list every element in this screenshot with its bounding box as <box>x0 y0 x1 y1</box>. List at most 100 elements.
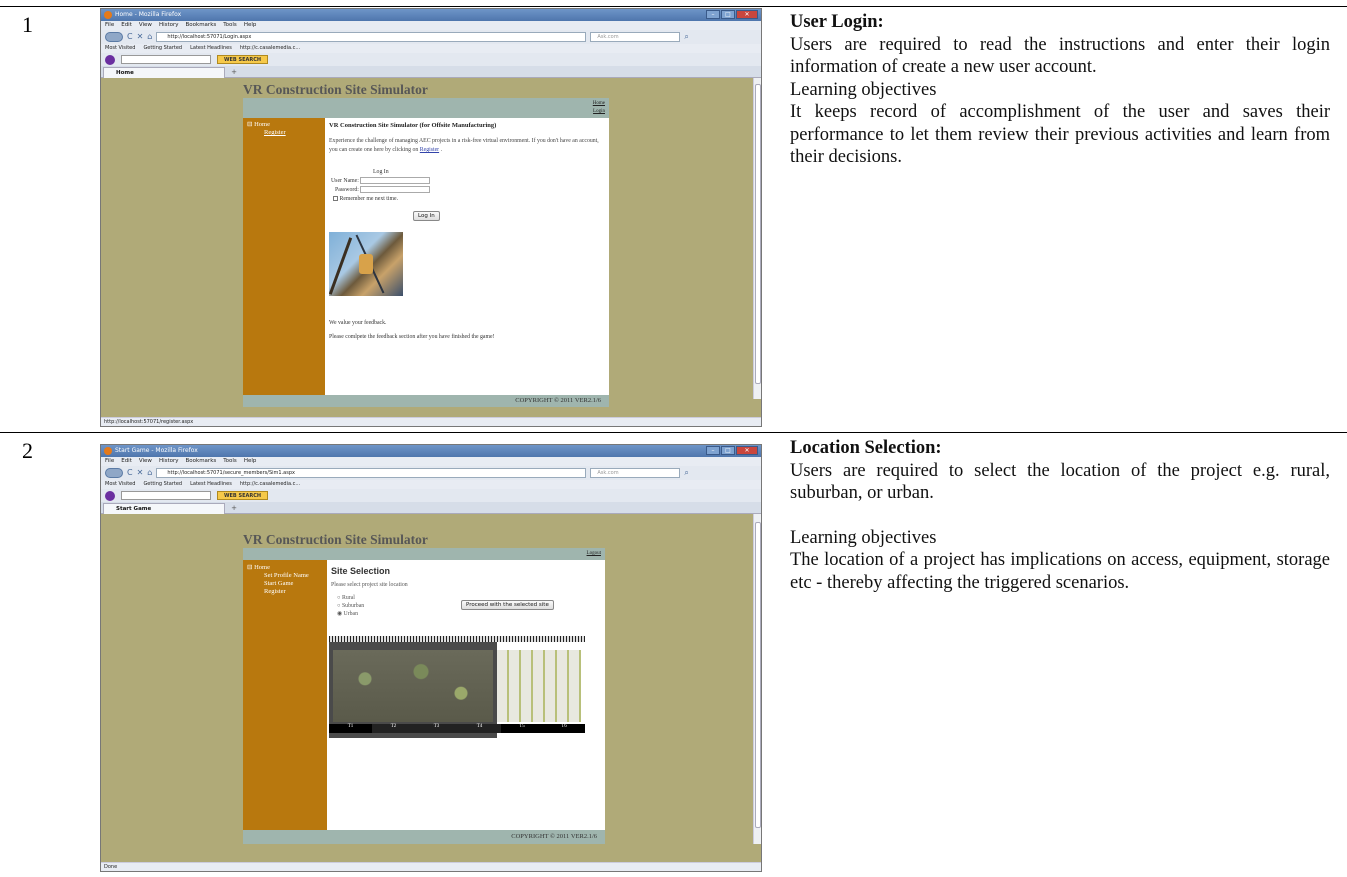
yahoo-search-field[interactable] <box>121 491 211 500</box>
search-icon[interactable]: ⌕ <box>684 468 688 478</box>
logout-link[interactable]: Logout <box>587 551 601 556</box>
minimize-icon[interactable]: – <box>706 10 720 19</box>
sidebar-item-home[interactable]: ⊟ Home <box>247 121 325 129</box>
login-button[interactable]: Log In <box>413 211 440 221</box>
transect-scale-strip <box>329 636 585 642</box>
menu-file[interactable]: File <box>105 457 114 466</box>
ask-search-field[interactable]: Ask.com <box>590 468 681 478</box>
row-2-lo-heading: Learning objectives <box>790 527 937 548</box>
transect-urban <box>497 650 581 722</box>
tab-start-game[interactable]: Start Game <box>103 503 225 514</box>
site-sidebar: ⊟ Home Register <box>243 118 325 395</box>
home-icon[interactable]: ⌂ <box>147 468 152 478</box>
table-top-rule <box>0 6 1347 7</box>
password-input[interactable] <box>360 186 431 193</box>
sidebar-item-home[interactable]: ⊟ Home <box>247 564 327 572</box>
search-icon[interactable]: ⌕ <box>684 32 688 42</box>
stop-icon[interactable]: ✕ <box>137 32 144 42</box>
maximize-icon[interactable]: □ <box>721 446 735 455</box>
menu-edit[interactable]: Edit <box>121 457 132 466</box>
web-search-button[interactable]: WEB SEARCH <box>217 55 269 64</box>
stop-icon[interactable]: ✕ <box>137 468 144 478</box>
bookmark-most-visited[interactable]: Most Visited <box>105 44 135 53</box>
menu-bookmarks[interactable]: Bookmarks <box>186 21 217 30</box>
bookmark-casalemedia[interactable]: http://c.casalemedia.c... <box>240 44 300 53</box>
bookmark-most-visited[interactable]: Most Visited <box>105 480 135 489</box>
bookmark-latest-headlines[interactable]: Latest Headlines <box>190 480 232 489</box>
menu-tools[interactable]: Tools <box>223 21 237 30</box>
site-sidebar: ⊟ Home Set Profile Name Start Game Regis… <box>243 560 327 830</box>
location-screenshot: Start Game - Mozilla Firefox – □ ✕ File Ed… <box>100 444 762 872</box>
close-icon[interactable]: ✕ <box>736 10 758 19</box>
home-icon[interactable]: ⌂ <box>147 32 152 42</box>
new-tab-icon[interactable]: + <box>227 67 241 77</box>
reload-icon[interactable]: C <box>127 468 133 478</box>
minimize-icon[interactable]: – <box>706 446 720 455</box>
yahoo-toolbar: WEB SEARCH <box>101 489 761 502</box>
login-title: Log In <box>373 169 389 175</box>
image-mast-1 <box>329 237 353 295</box>
bookmark-getting-started[interactable]: Getting Started <box>143 480 182 489</box>
scrollbar[interactable] <box>753 514 761 844</box>
menu-file[interactable]: File <box>105 21 114 30</box>
menu-history[interactable]: History <box>159 21 179 30</box>
username-label: User Name: <box>331 177 359 184</box>
url-field[interactable]: http://localhost:57071/Login.aspx <box>156 32 587 42</box>
transect-t2: T2 <box>372 724 415 733</box>
radio-urban[interactable]: ◉ Urban <box>337 610 601 618</box>
scrollbar-thumb[interactable] <box>755 84 761 384</box>
scrollbar[interactable] <box>753 78 761 399</box>
intro-register-link[interactable]: Register <box>420 147 439 153</box>
login-screenshot: Home - Mozilla Firefox – □ ✕ File Edit Vie… <box>100 8 762 427</box>
navigation-bar: C ✕ ⌂ http://localhost:57071/secure_memb… <box>101 466 761 480</box>
maximize-icon[interactable]: □ <box>721 10 735 19</box>
menu-help[interactable]: Help <box>244 457 257 466</box>
remember-checkbox[interactable] <box>333 196 338 202</box>
feedback-line-1: We value your feedback. <box>329 320 387 326</box>
proceed-button[interactable]: Proceed with the selected site <box>461 600 554 610</box>
back-button[interactable] <box>105 468 123 478</box>
bookmarks-bar: Most Visited Getting Started Latest Head… <box>101 480 761 489</box>
sidebar-item-register[interactable]: Register <box>247 588 327 596</box>
yahoo-search-field[interactable] <box>121 55 211 64</box>
sidebar-item-register[interactable]: Register <box>247 129 325 137</box>
site-header-bar: Logout <box>243 548 605 560</box>
site-main: VR Construction Site Simulator (for Offs… <box>325 118 609 395</box>
tab-home[interactable]: Home <box>103 67 225 78</box>
login-link[interactable]: Login <box>593 109 605 114</box>
home-link[interactable]: Home <box>593 101 605 106</box>
navigation-bar: C ✕ ⌂ http://localhost:57071/Login.aspx … <box>101 30 761 44</box>
yahoo-toolbar: WEB SEARCH <box>101 53 761 66</box>
url-field[interactable]: http://localhost:57071/secure_members/Si… <box>156 468 587 478</box>
site-footer: COPYRIGHT © 2011 VER2.1/6 <box>243 395 609 407</box>
ask-search-field[interactable]: Ask.com <box>590 32 681 42</box>
yahoo-icon[interactable] <box>105 54 115 65</box>
row-2-heading: Location Selection: <box>790 438 942 458</box>
sidebar-item-start-game[interactable]: Start Game <box>247 580 327 588</box>
firefox-icon <box>104 447 112 455</box>
bookmark-getting-started[interactable]: Getting Started <box>143 44 182 53</box>
menu-history[interactable]: History <box>159 457 179 466</box>
site-main: Site Selection Please select project sit… <box>327 560 605 830</box>
transect-t5: T5 <box>501 724 543 733</box>
menu-help[interactable]: Help <box>244 21 257 30</box>
intro-end: . <box>440 147 443 153</box>
close-icon[interactable]: ✕ <box>736 446 758 455</box>
back-button[interactable] <box>105 32 123 42</box>
window-title: Home - Mozilla Firefox <box>115 11 182 18</box>
username-row: User Name: <box>331 177 605 184</box>
bookmark-latest-headlines[interactable]: Latest Headlines <box>190 44 232 53</box>
menu-view[interactable]: View <box>139 21 152 30</box>
username-input[interactable] <box>360 177 431 184</box>
menu-tools[interactable]: Tools <box>223 457 237 466</box>
reload-icon[interactable]: C <box>127 32 133 42</box>
web-search-button[interactable]: WEB SEARCH <box>217 491 269 500</box>
scrollbar-thumb[interactable] <box>755 522 761 828</box>
bookmark-casalemedia[interactable]: http://c.casalemedia.c... <box>240 480 300 489</box>
sidebar-item-set-profile-name[interactable]: Set Profile Name <box>247 572 327 580</box>
menu-bookmarks[interactable]: Bookmarks <box>186 457 217 466</box>
new-tab-icon[interactable]: + <box>227 503 241 513</box>
yahoo-icon[interactable] <box>105 490 115 501</box>
menu-view[interactable]: View <box>139 457 152 466</box>
menu-edit[interactable]: Edit <box>121 21 132 30</box>
